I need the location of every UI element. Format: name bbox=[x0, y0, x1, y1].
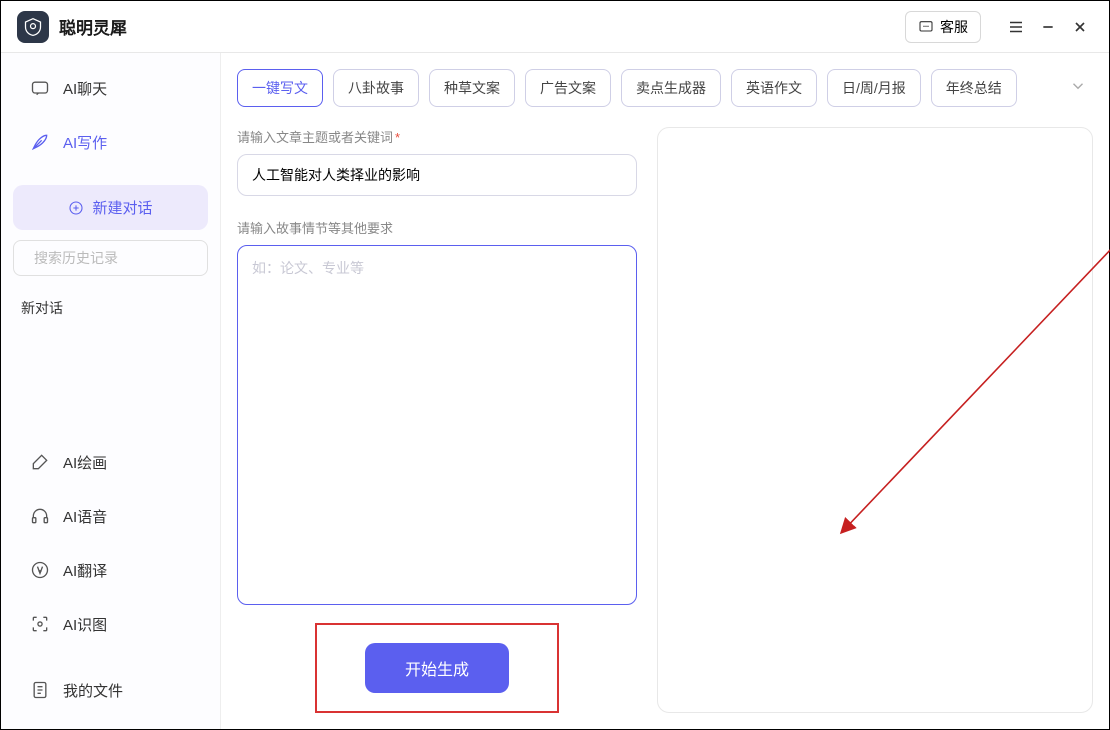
category-tab-5[interactable]: 英语作文 bbox=[731, 69, 817, 107]
form-column: 请输入文章主题或者关键词* 请输入故事情节等其他要求 开始生成 bbox=[237, 127, 637, 713]
minimize-icon bbox=[1040, 19, 1056, 35]
sidebar-item-label: AI翻译 bbox=[63, 560, 107, 581]
sidebar-item-files[interactable]: 我的文件 bbox=[13, 665, 208, 715]
titlebar: 聪明灵犀 客服 bbox=[1, 1, 1109, 53]
category-expand-button[interactable] bbox=[1063, 71, 1093, 106]
close-icon bbox=[1072, 19, 1088, 35]
main-panel: 一键写文 八卦故事 种草文案 广告文案 卖点生成器 英语作文 日/周/月报 年终… bbox=[221, 53, 1109, 729]
category-tab-6[interactable]: 日/周/月报 bbox=[827, 69, 921, 107]
headphone-icon bbox=[29, 505, 51, 527]
generate-button[interactable]: 开始生成 bbox=[365, 643, 509, 693]
minimize-button[interactable] bbox=[1035, 14, 1061, 40]
chevron-down-icon bbox=[1069, 77, 1087, 95]
support-button[interactable]: 客服 bbox=[905, 11, 981, 43]
category-tab-4[interactable]: 卖点生成器 bbox=[621, 69, 721, 107]
translate-icon bbox=[29, 559, 51, 581]
sidebar-item-label: 我的文件 bbox=[63, 680, 123, 701]
detail-label: 请输入故事情节等其他要求 bbox=[237, 218, 637, 237]
sidebar-item-label: AI语音 bbox=[63, 506, 107, 527]
chat-icon bbox=[918, 19, 934, 35]
sidebar-item-label: AI聊天 bbox=[63, 78, 107, 99]
file-icon bbox=[29, 679, 51, 701]
plus-circle-icon bbox=[68, 200, 84, 216]
sidebar: AI聊天 AI写作 新建对话 新对话 AI绘画 AI语 bbox=[1, 53, 221, 729]
sidebar-item-label: AI识图 bbox=[63, 614, 107, 635]
app-title: 聪明灵犀 bbox=[59, 14, 127, 39]
sidebar-item-write[interactable]: AI写作 bbox=[13, 117, 208, 167]
new-chat-button[interactable]: 新建对话 bbox=[13, 185, 208, 230]
topic-input[interactable] bbox=[237, 154, 637, 196]
sidebar-item-vision[interactable]: AI识图 bbox=[13, 599, 208, 649]
image-scan-icon bbox=[29, 613, 51, 635]
app-logo bbox=[17, 11, 49, 43]
sidebar-item-draw[interactable]: AI绘画 bbox=[13, 437, 208, 487]
category-tab-2[interactable]: 种草文案 bbox=[429, 69, 515, 107]
category-tab-7[interactable]: 年终总结 bbox=[931, 69, 1017, 107]
logo-icon bbox=[23, 17, 43, 37]
category-row: 一键写文 八卦故事 种草文案 广告文案 卖点生成器 英语作文 日/周/月报 年终… bbox=[237, 69, 1093, 107]
sidebar-item-voice[interactable]: AI语音 bbox=[13, 491, 208, 541]
output-panel bbox=[657, 127, 1093, 713]
search-input[interactable] bbox=[34, 250, 215, 266]
detail-textarea[interactable] bbox=[237, 245, 637, 605]
search-box[interactable] bbox=[13, 240, 208, 276]
support-label: 客服 bbox=[940, 17, 968, 37]
topic-label: 请输入文章主题或者关键词* bbox=[237, 127, 637, 146]
sidebar-item-translate[interactable]: AI翻译 bbox=[13, 545, 208, 595]
new-chat-label: 新建对话 bbox=[92, 197, 152, 218]
generate-highlight-box: 开始生成 bbox=[315, 623, 559, 713]
history-item[interactable]: 新对话 bbox=[13, 286, 208, 330]
category-tab-3[interactable]: 广告文案 bbox=[525, 69, 611, 107]
close-button[interactable] bbox=[1067, 14, 1093, 40]
menu-button[interactable] bbox=[1003, 14, 1029, 40]
sidebar-item-label: AI绘画 bbox=[63, 452, 107, 473]
menu-icon bbox=[1007, 18, 1025, 36]
sidebar-item-label: AI写作 bbox=[63, 132, 107, 153]
category-tab-1[interactable]: 八卦故事 bbox=[333, 69, 419, 107]
sidebar-item-chat[interactable]: AI聊天 bbox=[13, 63, 208, 113]
chat-icon bbox=[29, 77, 51, 99]
brush-icon bbox=[29, 451, 51, 473]
category-tab-0[interactable]: 一键写文 bbox=[237, 69, 323, 107]
feather-icon bbox=[29, 131, 51, 153]
